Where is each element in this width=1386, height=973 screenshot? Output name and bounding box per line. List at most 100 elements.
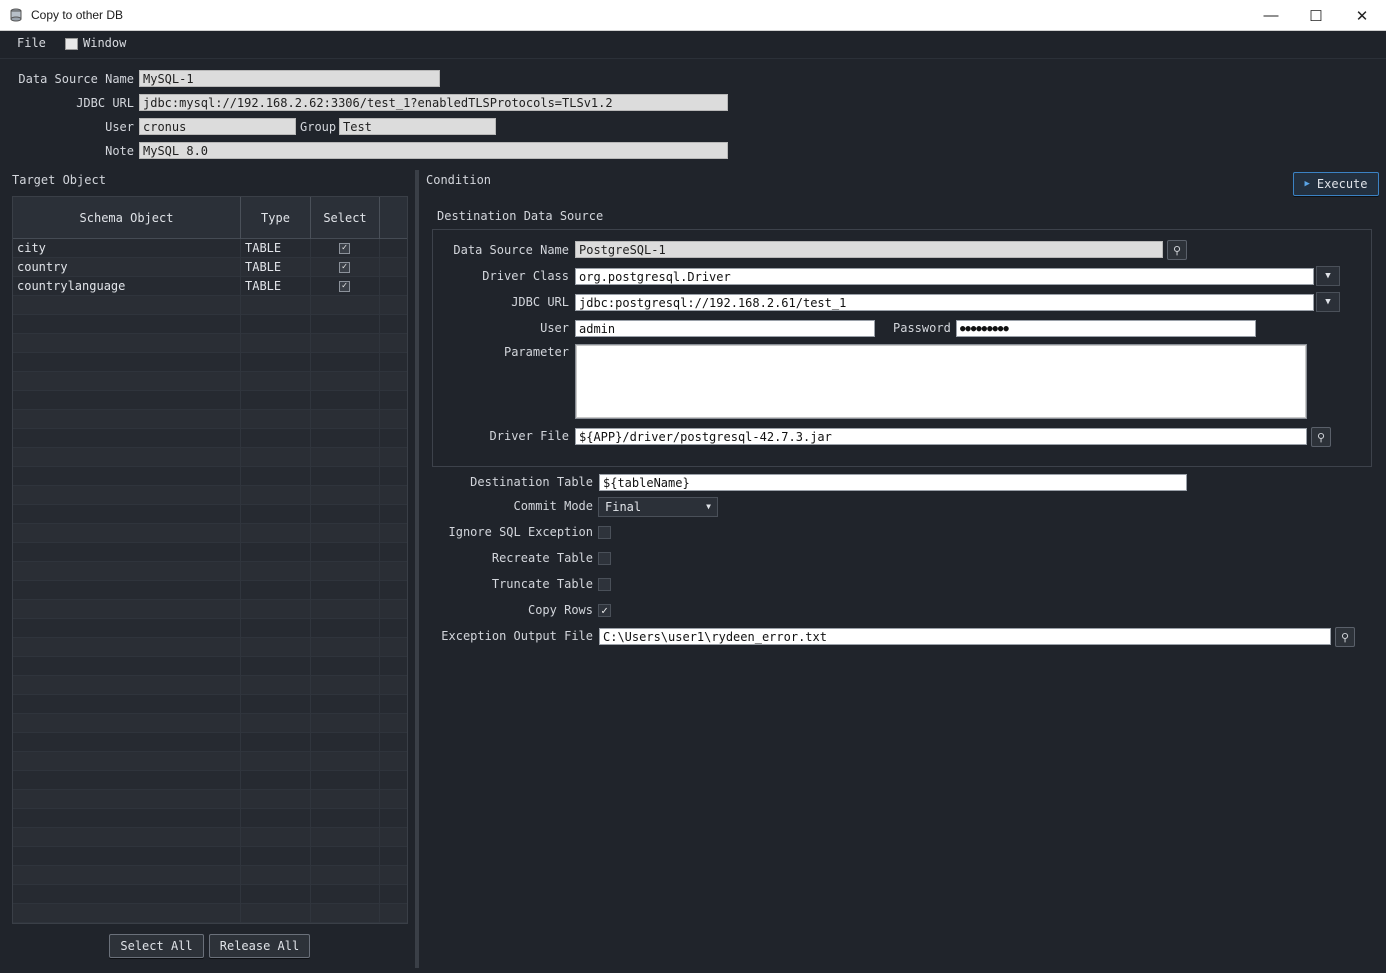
empty-cell	[311, 296, 380, 315]
table-row[interactable]	[13, 885, 407, 904]
truncate-table-checkbox[interactable]	[598, 578, 611, 591]
ignore-sql-exception-checkbox[interactable]	[598, 526, 611, 539]
table-row[interactable]	[13, 524, 407, 543]
empty-cell	[13, 771, 241, 790]
empty-cell	[380, 562, 407, 581]
driver-class-dropdown[interactable]: ▼	[1316, 266, 1340, 286]
dest-password-field[interactable]: ●●●●●●●●●	[956, 320, 1256, 337]
split-divider[interactable]	[415, 170, 419, 968]
table-row[interactable]	[13, 600, 407, 619]
exception-output-label: Exception Output File	[441, 629, 593, 643]
table-row[interactable]	[13, 676, 407, 695]
empty-cell	[311, 638, 380, 657]
table-row[interactable]	[13, 410, 407, 429]
table-row[interactable]	[13, 638, 407, 657]
dest-user-field[interactable]: admin	[575, 320, 875, 337]
dest-url-field[interactable]: jdbc:postgresql://192.168.2.61/test_1	[575, 294, 1314, 311]
table-row[interactable]	[13, 429, 407, 448]
table-row[interactable]	[13, 296, 407, 315]
empty-cell	[241, 866, 311, 885]
table-row[interactable]	[13, 467, 407, 486]
empty-cell	[380, 809, 407, 828]
table-row[interactable]	[13, 486, 407, 505]
empty-cell	[380, 885, 407, 904]
table-row[interactable]	[13, 334, 407, 353]
maximize-button[interactable]: ☐	[1293, 0, 1339, 31]
empty-cell	[311, 847, 380, 866]
recreate-table-checkbox[interactable]	[598, 552, 611, 565]
empty-cell	[380, 714, 407, 733]
source-user-field[interactable]: cronus	[139, 118, 296, 135]
table-row[interactable]	[13, 904, 407, 923]
release-all-button[interactable]: Release All	[209, 934, 310, 958]
table-row[interactable]	[13, 828, 407, 847]
source-name-field[interactable]: MySQL-1	[139, 70, 440, 87]
table-row[interactable]: city TABLE ✓	[13, 239, 407, 258]
table-row[interactable]	[13, 391, 407, 410]
empty-cell	[241, 505, 311, 524]
source-user-label: User	[105, 120, 134, 134]
empty-cell	[311, 410, 380, 429]
select-checkbox[interactable]: ✓	[339, 262, 350, 273]
table-row[interactable]	[13, 505, 407, 524]
driver-file-label: Driver File	[489, 429, 569, 443]
empty-cell	[311, 581, 380, 600]
empty-cell	[241, 904, 311, 923]
table-row[interactable]	[13, 619, 407, 638]
dest-name-search-button[interactable]: ⚲	[1167, 240, 1187, 260]
driver-file-browse-button[interactable]: ⚲	[1311, 427, 1331, 447]
empty-cell	[380, 391, 407, 410]
table-row[interactable]	[13, 448, 407, 467]
menu-window[interactable]: Window	[83, 36, 126, 50]
table-row[interactable]	[13, 809, 407, 828]
table-row[interactable]	[13, 847, 407, 866]
table-row[interactable]	[13, 695, 407, 714]
dest-url-label: JDBC URL	[511, 295, 569, 309]
exception-output-browse-button[interactable]: ⚲	[1335, 627, 1355, 647]
select-checkbox[interactable]: ✓	[339, 243, 350, 254]
copy-rows-checkbox[interactable]: ✓	[598, 604, 611, 617]
table-row[interactable]	[13, 657, 407, 676]
menu-file[interactable]: File	[17, 36, 46, 50]
column-header-select[interactable]: Select	[311, 197, 380, 239]
table-row[interactable]	[13, 581, 407, 600]
table-row[interactable]	[13, 714, 407, 733]
minimize-button[interactable]: —	[1248, 0, 1294, 31]
table-row[interactable]	[13, 543, 407, 562]
table-row[interactable]	[13, 771, 407, 790]
title-bar: Copy to other DB — ☐ ✕	[0, 0, 1386, 31]
exception-output-field[interactable]: C:\Users\user1\rydeen_error.txt	[599, 628, 1331, 645]
close-button[interactable]: ✕	[1339, 0, 1385, 31]
table-row[interactable]	[13, 752, 407, 771]
driver-class-field[interactable]: org.postgresql.Driver	[575, 268, 1314, 285]
empty-cell	[380, 239, 407, 258]
execute-button[interactable]: ▶ Execute	[1293, 172, 1379, 196]
select-all-button[interactable]: Select All	[109, 934, 204, 958]
driver-file-field[interactable]: ${APP}/driver/postgresql-42.7.3.jar	[575, 428, 1307, 445]
table-row[interactable]: countrylanguage TABLE ✓	[13, 277, 407, 296]
table-row[interactable]: country TABLE ✓	[13, 258, 407, 277]
table-row[interactable]	[13, 353, 407, 372]
table-row[interactable]	[13, 733, 407, 752]
dest-name-field[interactable]: PostgreSQL-1	[575, 241, 1163, 258]
empty-cell	[241, 809, 311, 828]
table-row[interactable]	[13, 790, 407, 809]
table-row[interactable]	[13, 562, 407, 581]
column-header-schema-object[interactable]: Schema Object	[13, 197, 241, 239]
column-header-type[interactable]: Type	[241, 197, 311, 239]
table-row[interactable]	[13, 866, 407, 885]
parameter-textarea[interactable]	[575, 344, 1307, 419]
empty-cell	[380, 467, 407, 486]
source-group-field[interactable]: Test	[339, 118, 496, 135]
commit-mode-select[interactable]: Final ▼	[598, 497, 718, 517]
dest-url-dropdown[interactable]: ▼	[1316, 292, 1340, 312]
target-object-table[interactable]: Schema Object Type Select city TABLE ✓ coun…	[12, 196, 408, 924]
table-row[interactable]	[13, 372, 407, 391]
source-url-field[interactable]: jdbc:mysql://192.168.2.62:3306/test_1?en…	[139, 94, 728, 111]
select-checkbox[interactable]: ✓	[339, 281, 350, 292]
dest-table-field[interactable]: ${tableName}	[599, 474, 1187, 491]
source-note-field[interactable]: MySQL 8.0	[139, 142, 728, 159]
empty-cell	[311, 562, 380, 581]
table-row[interactable]	[13, 315, 407, 334]
empty-cell	[380, 296, 407, 315]
